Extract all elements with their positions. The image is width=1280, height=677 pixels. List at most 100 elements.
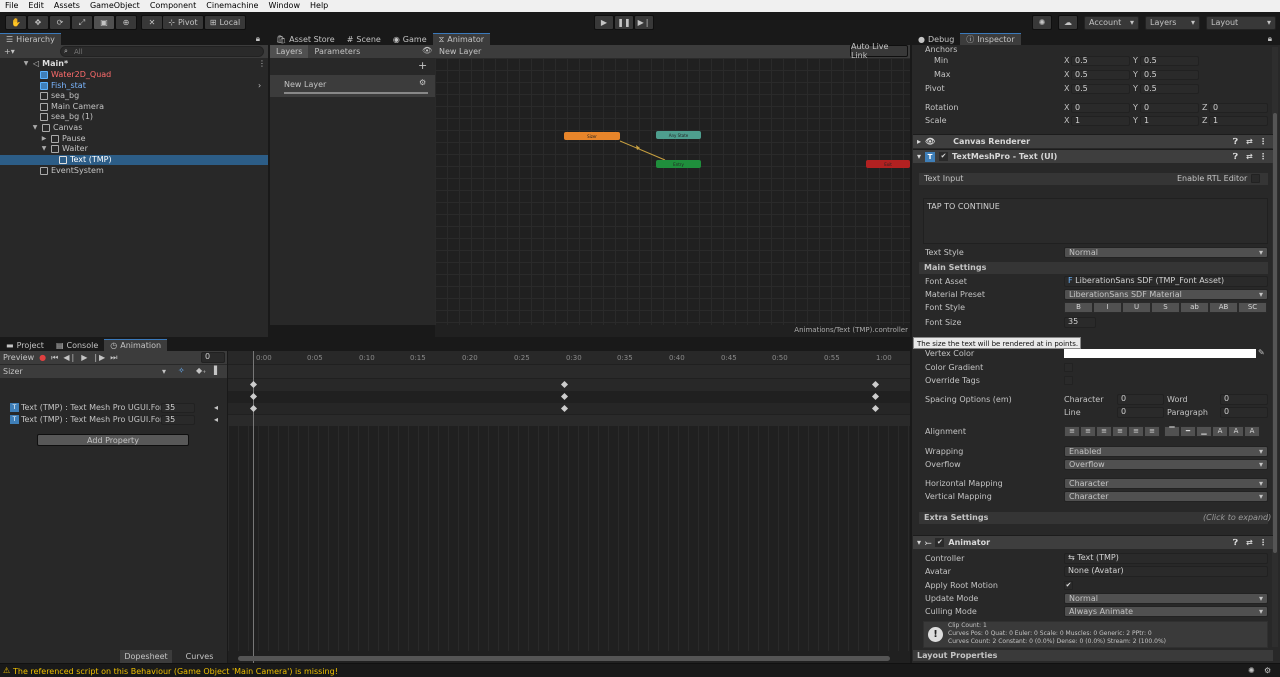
anchor-min-x-input[interactable]: 0.5 <box>1071 56 1130 66</box>
overflow-dropdown[interactable]: Overflow ▾ <box>1064 459 1268 470</box>
rotation-y-input[interactable]: 0 <box>1140 103 1199 113</box>
keyframe-menu-icon[interactable]: ◂ <box>214 403 218 412</box>
list-item[interactable]: sea_bg <box>40 91 79 101</box>
align-left-icon[interactable]: ≡ <box>1064 426 1080 437</box>
gear-icon[interactable]: ⚙ <box>419 78 426 87</box>
controller-field[interactable]: ⇆ Text (TMP) <box>1064 553 1268 564</box>
step-button[interactable]: ▶❘ <box>634 15 654 30</box>
vertex-color-swatch[interactable] <box>1064 349 1256 358</box>
font-asset-field[interactable]: F LiberationSans SDF (TMP_Font Asset) <box>1064 276 1268 287</box>
component-menu-icon[interactable]: ⋮ <box>1259 152 1267 161</box>
tab-hierarchy[interactable]: ☰ Hierarchy <box>0 33 61 45</box>
add-event-icon[interactable]: ▌ <box>214 366 220 375</box>
culling-mode-dropdown[interactable]: Always Animate ▾ <box>1064 606 1268 617</box>
record-icon[interactable]: ● <box>39 353 46 362</box>
animator-component-header[interactable]: ▾ ⤚ ✔ Animator ❓︎ ⇄ ⋮ <box>913 535 1273 549</box>
play-icon[interactable]: ▶ <box>81 353 87 362</box>
align-top-icon[interactable]: ▔ <box>1164 426 1180 437</box>
list-item[interactable]: Water2D_Quad <box>40 70 111 80</box>
state-node-entry[interactable]: Entry <box>656 160 701 168</box>
scroll-thumb[interactable] <box>1273 113 1277 553</box>
text-input-area[interactable]: TAP TO CONTINUE <box>923 198 1268 244</box>
rtl-checkbox[interactable] <box>1251 174 1260 183</box>
enabled-checkbox[interactable]: ✔ <box>939 152 949 161</box>
tab-layers[interactable]: Layers <box>270 45 309 58</box>
rect-tool-icon[interactable]: ▣ <box>93 15 115 30</box>
tab-game[interactable]: ◉ Game <box>387 33 433 45</box>
menu-help[interactable]: Help <box>305 0 333 12</box>
line-spacing-input[interactable]: 0 <box>1117 407 1164 418</box>
play-button[interactable]: ▶ <box>594 15 614 30</box>
pivot-y-input[interactable]: 0.5 <box>1140 84 1199 94</box>
auto-live-link-button[interactable]: Auto Live Link <box>850 42 908 60</box>
italic-button[interactable]: I <box>1093 302 1122 313</box>
override-tags-checkbox[interactable] <box>1064 376 1073 385</box>
align-justify-icon[interactable]: ≡ <box>1112 426 1128 437</box>
state-node-default[interactable]: Sizer <box>564 132 620 140</box>
tab-animator[interactable]: ⧖ Animator <box>432 33 491 45</box>
scale-y-input[interactable]: 1 <box>1140 116 1199 126</box>
preset-icon[interactable]: ⇄ <box>1246 538 1253 547</box>
horizontal-mapping-dropdown[interactable]: Character ▾ <box>1064 478 1268 489</box>
scene-root-item[interactable]: ▼ ◁ Main* <box>22 59 68 69</box>
align-capline-icon[interactable]: A <box>1244 426 1260 437</box>
pivot-button[interactable]: ⊹ Pivot <box>162 15 204 30</box>
anchor-max-y-input[interactable]: 0.5 <box>1140 70 1199 80</box>
align-bottom-icon[interactable]: ▁ <box>1196 426 1212 437</box>
list-item[interactable]: ▼ Canvas <box>31 123 82 133</box>
underline-button[interactable]: U <box>1122 302 1151 313</box>
menu-assets[interactable]: Assets <box>49 0 85 12</box>
component-menu-icon[interactable]: ⋮ <box>1259 538 1267 547</box>
keyframe-menu-icon[interactable]: ◂ <box>214 415 218 424</box>
selected-row[interactable] <box>0 155 268 165</box>
align-flush-icon[interactable]: ≡ <box>1128 426 1144 437</box>
breadcrumb[interactable]: New Layer <box>439 47 481 56</box>
move-tool-icon[interactable]: ✥ <box>27 15 49 30</box>
word-spacing-input[interactable]: 0 <box>1220 394 1268 405</box>
list-item[interactable]: ▶ Pause <box>40 134 86 144</box>
tab-debug[interactable]: ● Debug <box>912 33 960 45</box>
last-key-icon[interactable]: ⏭ <box>110 353 117 363</box>
local-button[interactable]: ⊞ Local <box>204 15 246 30</box>
scale-z-input[interactable]: 1 <box>1209 116 1268 126</box>
list-item[interactable]: sea_bg (1) <box>40 112 93 122</box>
add-key-icon[interactable]: ◆₊ <box>196 366 206 375</box>
keyframe-icon[interactable]: ✧ <box>178 366 185 375</box>
tab-console[interactable]: ▤ Console <box>50 339 104 351</box>
pivot-x-input[interactable]: 0.5 <box>1071 84 1130 94</box>
add-icon[interactable]: +▾ <box>4 47 15 56</box>
rotation-x-input[interactable]: 0 <box>1071 103 1130 113</box>
character-spacing-input[interactable]: 0 <box>1117 394 1164 405</box>
tab-inspector[interactable]: ⓘ Inspector <box>960 33 1021 45</box>
hierarchy-search-input[interactable]: ⌕ All <box>60 46 264 57</box>
bold-button[interactable]: B <box>1064 302 1093 313</box>
custom-tool-icon[interactable]: ✕ <box>141 15 163 30</box>
hand-tool-icon[interactable]: ✋ <box>5 15 27 30</box>
property-value-input[interactable]: 35 <box>161 415 195 425</box>
material-preset-dropdown[interactable]: LiberationSans SDF Material ▾ <box>1064 289 1268 300</box>
avatar-field[interactable]: None (Avatar) <box>1064 566 1268 577</box>
anchor-max-x-input[interactable]: 0.5 <box>1071 70 1130 80</box>
dopesheet-tab[interactable]: Dopesheet <box>120 650 172 663</box>
font-size-input[interactable]: 35 <box>1064 317 1096 328</box>
status-bar[interactable]: ⚠ The referenced script on this Behaviou… <box>0 663 1280 677</box>
animator-graph[interactable]: Sizer Any State Entry Exit <box>435 58 910 325</box>
paragraph-spacing-input[interactable]: 0 <box>1220 407 1268 418</box>
menu-cinemachine[interactable]: Cinemachine <box>201 0 263 12</box>
help-icon[interactable]: ❓︎ <box>1233 137 1238 147</box>
dopesheet[interactable] <box>228 351 910 663</box>
scroll-thumb[interactable] <box>238 656 890 661</box>
lock-icon[interactable]: 🔒︎ <box>1268 34 1272 44</box>
tab-parameters[interactable]: Parameters <box>308 45 366 58</box>
curves-tab[interactable]: Curves <box>172 650 227 663</box>
align-center-icon[interactable]: ≡ <box>1080 426 1096 437</box>
component-menu-icon[interactable]: ⋮ <box>1259 137 1267 146</box>
cloud-icon[interactable]: ☁ <box>1058 15 1078 30</box>
lock-icon[interactable]: 🔒︎ <box>256 34 260 44</box>
next-key-icon[interactable]: ❘▶ <box>92 353 105 362</box>
state-node-any[interactable]: Any State <box>656 131 701 139</box>
help-icon[interactable]: ❓︎ <box>1233 538 1238 548</box>
add-layer-icon[interactable]: + <box>418 59 427 72</box>
list-item[interactable]: ▼ Waiter <box>40 144 88 154</box>
eye-icon[interactable]: 👁︎ <box>422 46 432 55</box>
